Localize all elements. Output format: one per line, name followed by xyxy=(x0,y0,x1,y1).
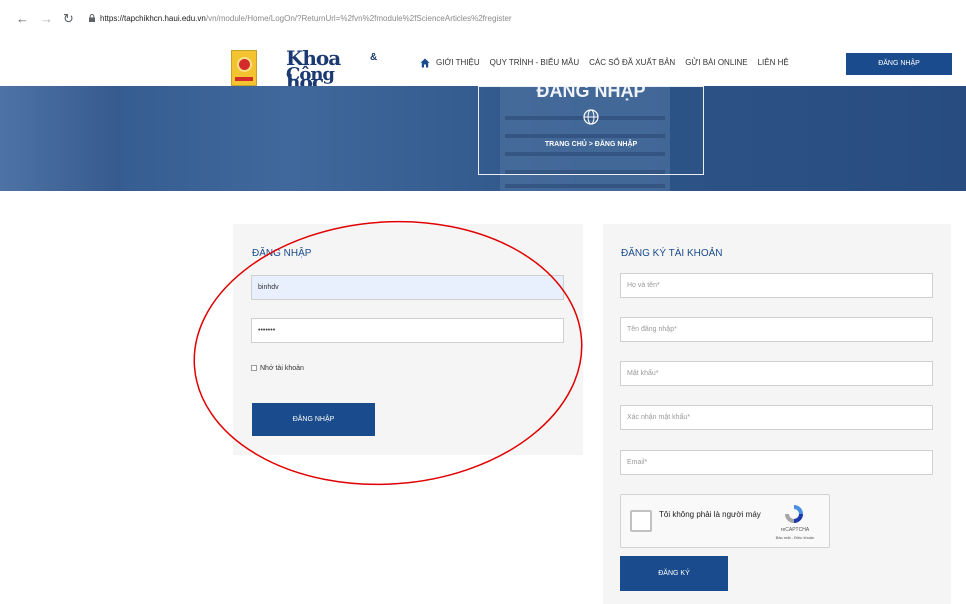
nav-quy-trinh[interactable]: QUY TRÌNH - BIỂU MẪU xyxy=(490,57,580,69)
nav-gioi-thieu[interactable]: GIỚI THIỆU xyxy=(436,57,480,69)
nav-cac-so[interactable]: CÁC SỐ ĐÃ XUẤT BẢN xyxy=(589,57,675,69)
recaptcha-label: Tôi không phải là người máy xyxy=(659,510,761,519)
register-email-input[interactable]: Email* xyxy=(620,450,933,475)
site-header: Khoa học & Công nghệ GIỚI THIỆU QUY TRÌN… xyxy=(0,38,966,106)
breadcrumb: TRANG CHỦ > ĐĂNG NHẬP xyxy=(478,140,704,150)
university-emblem-logo[interactable] xyxy=(231,50,257,86)
header-login-button[interactable]: ĐĂNG NHẬP xyxy=(846,53,952,75)
login-username-input[interactable]: binhdv xyxy=(251,275,564,300)
url-host: https://tapchikhcn.haui.edu.vn xyxy=(100,14,206,23)
breadcrumb-current: ĐĂNG NHẬP xyxy=(594,141,638,148)
breadcrumb-separator: > xyxy=(586,141,595,148)
register-heading: ĐĂNG KÝ TÀI KHOẢN xyxy=(621,248,723,259)
register-password-input[interactable]: Mật khẩu* xyxy=(620,361,933,386)
login-password-input[interactable]: ••••••• xyxy=(251,318,564,343)
recaptcha-checkbox[interactable] xyxy=(630,510,652,532)
forward-arrow-icon[interactable]: → xyxy=(40,12,53,26)
nav-gui-bai[interactable]: GỬI BÀI ONLINE xyxy=(685,57,747,69)
main-nav: GIỚI THIỆU QUY TRÌNH - BIỂU MẪU CÁC SỐ Đ… xyxy=(420,55,799,71)
register-fullname-input[interactable]: Họ và tên* xyxy=(620,273,933,298)
login-heading: ĐĂNG NHẬP xyxy=(252,248,312,259)
page-title: ĐĂNG NHẬP xyxy=(536,81,646,101)
lock-icon xyxy=(89,14,95,22)
recaptcha-links[interactable]: Bảo mật - Điều khoản xyxy=(767,535,823,540)
recaptcha-brand: reCAPTCHA xyxy=(780,527,810,533)
browser-toolbar: ← → ↻ https://tapchikhcn.haui.edu.vn/vn/… xyxy=(0,0,966,38)
register-confirm-input[interactable]: Xác nhận mật khẩu* xyxy=(620,405,933,430)
globe-icon xyxy=(583,109,599,125)
back-arrow-icon[interactable]: ← xyxy=(16,12,29,26)
breadcrumb-home[interactable]: TRANG CHỦ xyxy=(545,141,587,148)
url-path: /vn/module/Home/LogOn/?ReturnUrl=%2fvn%2… xyxy=(205,14,512,23)
register-submit-button[interactable]: ĐĂNG KÝ xyxy=(620,556,728,591)
register-username-input[interactable]: Tên đăng nhập* xyxy=(620,317,933,342)
remember-checkbox[interactable] xyxy=(251,365,257,371)
journal-logo[interactable]: Khoa học & Công nghệ xyxy=(266,46,378,106)
login-submit-button[interactable]: ĐĂNG NHẬP xyxy=(252,403,375,436)
home-icon[interactable] xyxy=(420,58,430,68)
remember-label: Nhớ tài khoản xyxy=(260,365,304,372)
address-bar[interactable]: https://tapchikhcn.haui.edu.vn/vn/module… xyxy=(88,10,958,28)
logo-amp: & xyxy=(370,52,378,63)
recaptcha-widget: Tôi không phải là người máy reCAPTCHA Bả… xyxy=(620,494,830,548)
recaptcha-icon xyxy=(785,505,803,523)
remember-me[interactable]: Nhớ tài khoản xyxy=(251,364,304,374)
nav-lien-he[interactable]: LIÊN HỆ xyxy=(758,57,789,69)
reload-icon[interactable]: ↻ xyxy=(63,12,74,26)
